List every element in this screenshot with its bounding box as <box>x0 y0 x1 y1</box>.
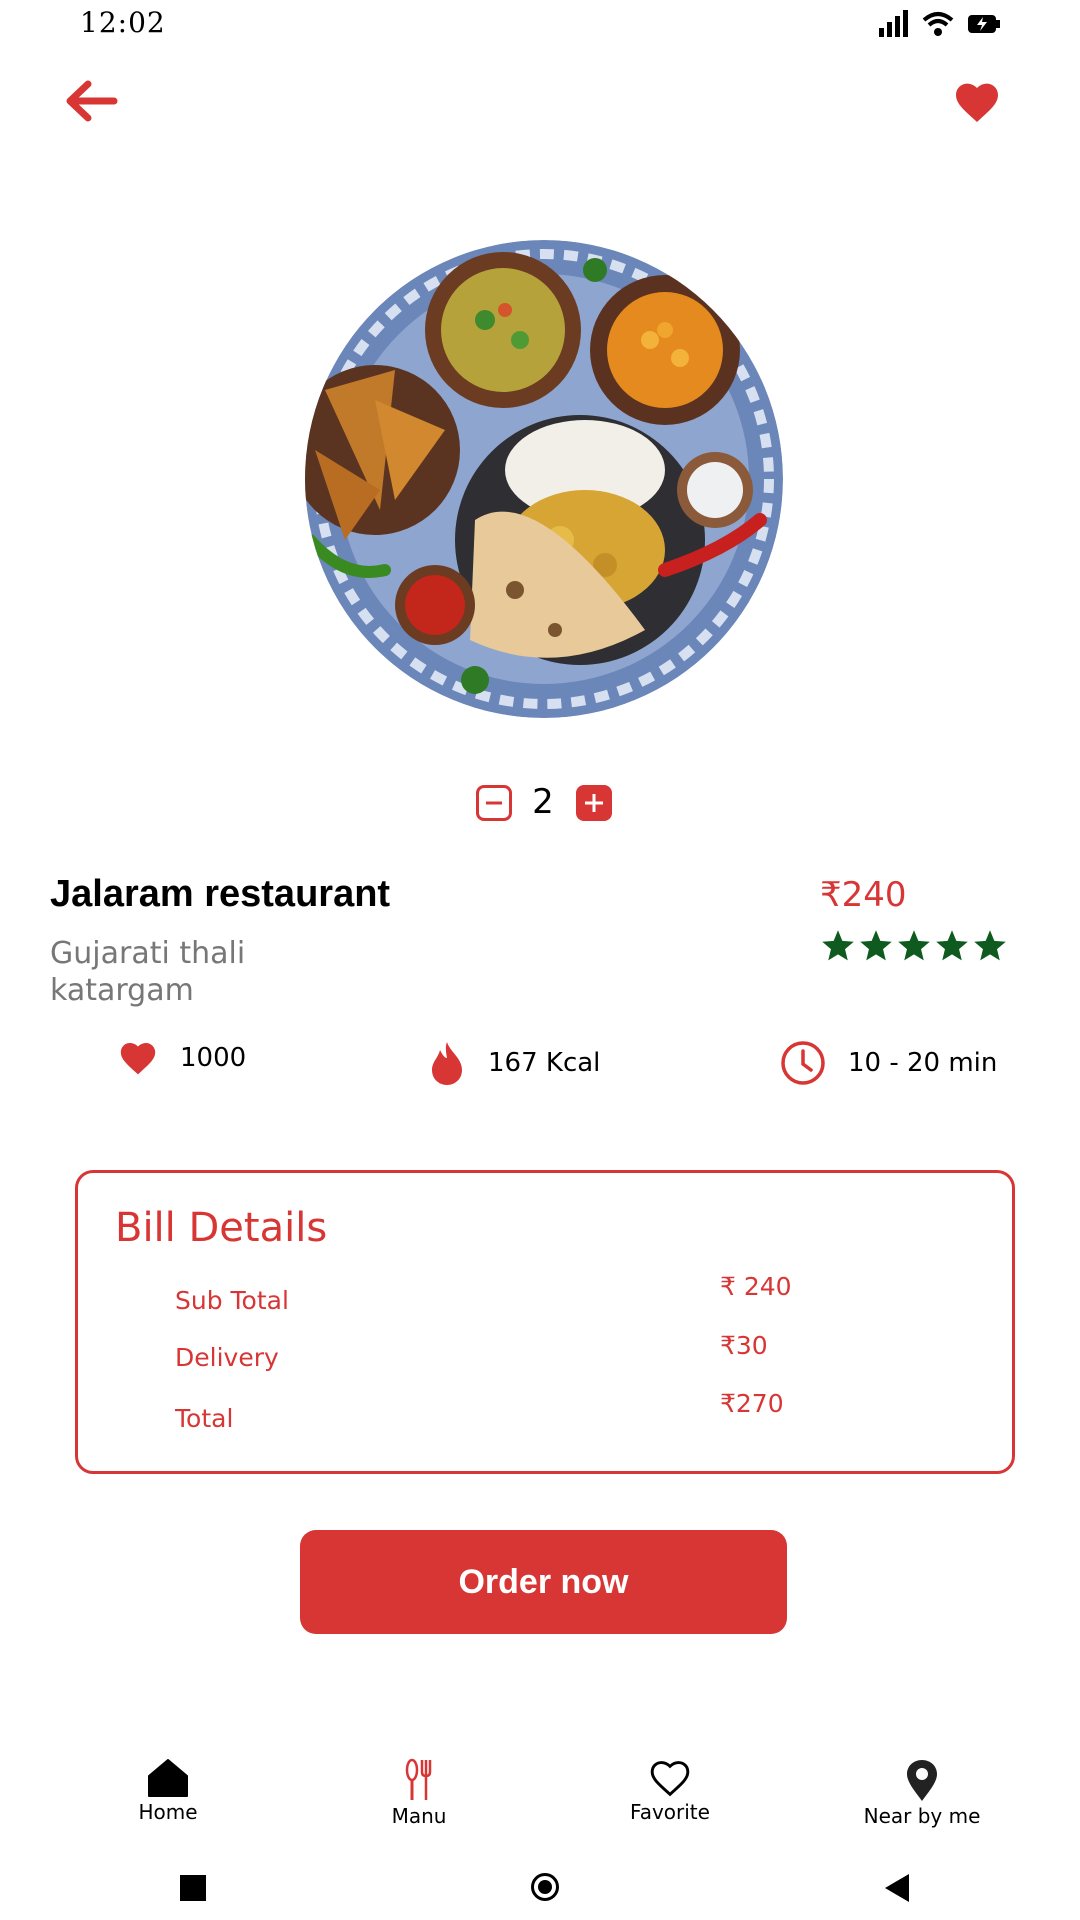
likes-count: 1000 <box>180 1043 247 1073</box>
wifi-icon <box>922 12 954 36</box>
bill-value-delivery: ₹30 <box>720 1331 768 1360</box>
star-icon <box>898 930 930 961</box>
cutlery-icon <box>405 1758 432 1800</box>
food-image <box>305 240 783 718</box>
clock-icon <box>781 1041 825 1085</box>
time-value: 10 - 20 min <box>848 1048 998 1078</box>
bill-title: Bill Details <box>115 1205 328 1251</box>
star-icon <box>974 930 1006 961</box>
calories-stat: 167 Kcal <box>428 1040 600 1086</box>
home-system-button[interactable] <box>531 1873 559 1901</box>
battery-icon <box>968 15 1000 33</box>
nav-home[interactable]: Home <box>88 1758 248 1824</box>
quantity-increase-button[interactable] <box>576 785 612 821</box>
location-pin-icon <box>907 1760 937 1801</box>
back-system-button[interactable] <box>885 1874 909 1902</box>
calories-value: 167 Kcal <box>488 1048 601 1078</box>
plus-icon <box>585 794 603 812</box>
flame-icon <box>432 1042 462 1085</box>
status-time: 12:02 <box>80 6 166 39</box>
restaurant-name: Jalaram restaurant <box>50 873 391 915</box>
nav-manu-label: Manu <box>391 1804 447 1828</box>
nav-near-by-me-label: Near by me <box>863 1804 981 1828</box>
restaurant-subtitle: Gujarati thali katargam <box>50 935 245 1009</box>
star-icon <box>822 930 854 961</box>
heart-outline-icon <box>650 1761 690 1797</box>
bill-value-total: ₹270 <box>720 1389 784 1418</box>
signal-icon <box>879 10 908 37</box>
minus-icon <box>486 801 502 805</box>
heart-icon <box>120 1042 156 1075</box>
bill-label-subtotal: Sub Total <box>175 1286 289 1315</box>
likes-stat: 1000 <box>118 1040 246 1076</box>
order-now-button[interactable]: Order now <box>300 1530 787 1634</box>
bill-label-delivery: Delivery <box>175 1343 279 1372</box>
star-icon <box>860 930 892 961</box>
restaurant-location: katargam <box>50 973 194 1008</box>
bill-value-subtotal: ₹ 240 <box>720 1272 792 1301</box>
rating-stars <box>820 928 1008 964</box>
nav-favorite-label: Favorite <box>630 1800 710 1824</box>
back-button[interactable] <box>62 76 124 126</box>
quantity-decrease-button[interactable] <box>476 785 512 821</box>
recent-apps-button[interactable] <box>180 1875 206 1901</box>
favorite-button[interactable] <box>952 80 1002 124</box>
quantity-value: 2 <box>532 782 554 822</box>
nav-manu[interactable]: Manu <box>339 1758 499 1828</box>
nav-favorite[interactable]: Favorite <box>590 1758 750 1824</box>
time-stat: 10 - 20 min <box>780 1040 997 1086</box>
heart-icon <box>956 83 998 122</box>
back-arrow-icon <box>66 80 118 122</box>
price: ₹240 <box>820 875 907 915</box>
status-icons <box>878 10 1000 38</box>
star-icon <box>936 930 968 961</box>
bill-label-total: Total <box>175 1404 234 1433</box>
home-icon <box>148 1759 188 1797</box>
nav-near-by-me[interactable]: Near by me <box>842 1758 1002 1828</box>
nav-home-label: Home <box>138 1800 198 1824</box>
dish-name: Gujarati thali <box>50 936 246 971</box>
